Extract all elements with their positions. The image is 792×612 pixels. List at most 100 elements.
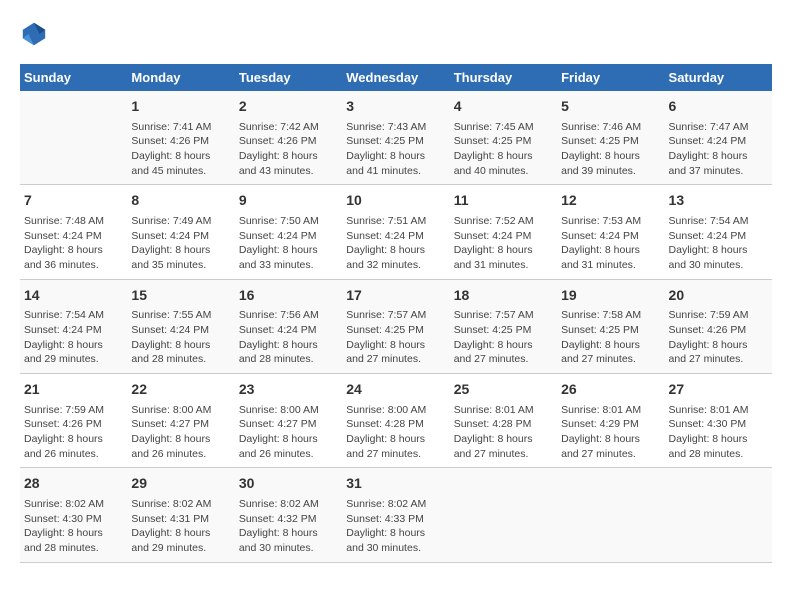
- calendar-cell: [450, 468, 557, 562]
- day-number: 19: [561, 286, 660, 306]
- day-number: 7: [24, 191, 123, 211]
- calendar-week-row: 28 Sunrise: 8:02 AM Sunset: 4:30 PM Dayli…: [20, 468, 772, 562]
- day-info: Sunrise: 7:59 AM Sunset: 4:26 PM Dayligh…: [669, 308, 768, 367]
- calendar-cell: 11Sunrise: 7:52 AM Sunset: 4:24 PM Dayli…: [450, 185, 557, 279]
- calendar-week-row: 14Sunrise: 7:54 AM Sunset: 4:24 PM Dayli…: [20, 279, 772, 373]
- day-info: Sunrise: 8:00 AM Sunset: 4:27 PM Dayligh…: [131, 403, 230, 462]
- calendar-cell: 19Sunrise: 7:58 AM Sunset: 4:25 PM Dayli…: [557, 279, 664, 373]
- day-info: Sunrise: 7:42 AM Sunset: 4:26 PM Dayligh…: [239, 120, 338, 179]
- calendar-cell: 23 Sunrise: 8:00 AM Sunset: 4:27 PM Dayli…: [235, 374, 342, 468]
- calendar-cell: 24 Sunrise: 8:00 AM Sunset: 4:28 PM Dayli…: [342, 374, 449, 468]
- day-number: 26: [561, 380, 660, 400]
- day-number: 22: [131, 380, 230, 400]
- day-info: Sunrise: 8:01 AM Sunset: 4:29 PM Dayligh…: [561, 403, 660, 462]
- day-info: Sunrise: 7:59 AM Sunset: 4:26 PM Dayligh…: [24, 403, 123, 462]
- logo: [20, 20, 52, 48]
- calendar-cell: 25 Sunrise: 8:01 AM Sunset: 4:28 PM Dayli…: [450, 374, 557, 468]
- day-info: Sunrise: 8:00 AM Sunset: 4:27 PM Dayligh…: [239, 403, 338, 462]
- day-info: Sunrise: 8:02 AM Sunset: 4:32 PM Dayligh…: [239, 497, 338, 556]
- weekday-header-sunday: Sunday: [20, 64, 127, 91]
- day-number: 28: [24, 474, 123, 494]
- day-info: Sunrise: 8:02 AM Sunset: 4:33 PM Dayligh…: [346, 497, 445, 556]
- day-number: 21: [24, 380, 123, 400]
- day-number: 23: [239, 380, 338, 400]
- calendar-cell: 30 Sunrise: 8:02 AM Sunset: 4:32 PM Dayli…: [235, 468, 342, 562]
- weekday-header-thursday: Thursday: [450, 64, 557, 91]
- weekday-header-tuesday: Tuesday: [235, 64, 342, 91]
- day-info: Sunrise: 7:54 AM Sunset: 4:24 PM Dayligh…: [24, 308, 123, 367]
- day-number: 18: [454, 286, 553, 306]
- day-number: 20: [669, 286, 768, 306]
- day-number: 4: [454, 97, 553, 117]
- weekday-header-wednesday: Wednesday: [342, 64, 449, 91]
- calendar-cell: 1 Sunrise: 7:41 AM Sunset: 4:26 PM Daylig…: [127, 91, 234, 185]
- day-number: 24: [346, 380, 445, 400]
- day-number: 17: [346, 286, 445, 306]
- calendar-cell: 2 Sunrise: 7:42 AM Sunset: 4:26 PM Daylig…: [235, 91, 342, 185]
- calendar-cell: 16Sunrise: 7:56 AM Sunset: 4:24 PM Dayli…: [235, 279, 342, 373]
- calendar-cell: 7 Sunrise: 7:48 AM Sunset: 4:24 PM Daylig…: [20, 185, 127, 279]
- logo-icon: [20, 20, 48, 48]
- calendar-cell: 29 Sunrise: 8:02 AM Sunset: 4:31 PM Dayli…: [127, 468, 234, 562]
- weekday-header-saturday: Saturday: [665, 64, 772, 91]
- day-info: Sunrise: 7:54 AM Sunset: 4:24 PM Dayligh…: [669, 214, 768, 273]
- day-number: 5: [561, 97, 660, 117]
- calendar-cell: 28 Sunrise: 8:02 AM Sunset: 4:30 PM Dayli…: [20, 468, 127, 562]
- day-number: 10: [346, 191, 445, 211]
- day-number: 8: [131, 191, 230, 211]
- calendar-cell: 22 Sunrise: 8:00 AM Sunset: 4:27 PM Dayli…: [127, 374, 234, 468]
- weekday-row: SundayMondayTuesdayWednesdayThursdayFrid…: [20, 64, 772, 91]
- day-info: Sunrise: 8:02 AM Sunset: 4:31 PM Dayligh…: [131, 497, 230, 556]
- calendar-cell: 26 Sunrise: 8:01 AM Sunset: 4:29 PM Dayli…: [557, 374, 664, 468]
- day-info: Sunrise: 7:58 AM Sunset: 4:25 PM Dayligh…: [561, 308, 660, 367]
- calendar-body: 1 Sunrise: 7:41 AM Sunset: 4:26 PM Daylig…: [20, 91, 772, 562]
- calendar-cell: 20Sunrise: 7:59 AM Sunset: 4:26 PM Dayli…: [665, 279, 772, 373]
- day-info: Sunrise: 7:51 AM Sunset: 4:24 PM Dayligh…: [346, 214, 445, 273]
- calendar-cell: [665, 468, 772, 562]
- day-number: 6: [669, 97, 768, 117]
- day-info: Sunrise: 8:01 AM Sunset: 4:30 PM Dayligh…: [669, 403, 768, 462]
- calendar-table: SundayMondayTuesdayWednesdayThursdayFrid…: [20, 64, 772, 563]
- calendar-cell: 3 Sunrise: 7:43 AM Sunset: 4:25 PM Daylig…: [342, 91, 449, 185]
- day-info: Sunrise: 7:48 AM Sunset: 4:24 PM Dayligh…: [24, 214, 123, 273]
- day-number: 31: [346, 474, 445, 494]
- day-info: Sunrise: 7:41 AM Sunset: 4:26 PM Dayligh…: [131, 120, 230, 179]
- calendar-cell: 6 Sunrise: 7:47 AM Sunset: 4:24 PM Daylig…: [665, 91, 772, 185]
- weekday-header-monday: Monday: [127, 64, 234, 91]
- day-info: Sunrise: 8:01 AM Sunset: 4:28 PM Dayligh…: [454, 403, 553, 462]
- day-info: Sunrise: 8:02 AM Sunset: 4:30 PM Dayligh…: [24, 497, 123, 556]
- day-info: Sunrise: 7:57 AM Sunset: 4:25 PM Dayligh…: [346, 308, 445, 367]
- day-number: 16: [239, 286, 338, 306]
- calendar-cell: 13Sunrise: 7:54 AM Sunset: 4:24 PM Dayli…: [665, 185, 772, 279]
- day-info: Sunrise: 7:52 AM Sunset: 4:24 PM Dayligh…: [454, 214, 553, 273]
- calendar-cell: 12Sunrise: 7:53 AM Sunset: 4:24 PM Dayli…: [557, 185, 664, 279]
- day-info: Sunrise: 8:00 AM Sunset: 4:28 PM Dayligh…: [346, 403, 445, 462]
- calendar-cell: 8Sunrise: 7:49 AM Sunset: 4:24 PM Daylig…: [127, 185, 234, 279]
- day-info: Sunrise: 7:43 AM Sunset: 4:25 PM Dayligh…: [346, 120, 445, 179]
- day-info: Sunrise: 7:47 AM Sunset: 4:24 PM Dayligh…: [669, 120, 768, 179]
- day-number: 29: [131, 474, 230, 494]
- day-number: 1: [131, 97, 230, 117]
- calendar-cell: 14Sunrise: 7:54 AM Sunset: 4:24 PM Dayli…: [20, 279, 127, 373]
- day-number: 14: [24, 286, 123, 306]
- day-number: 30: [239, 474, 338, 494]
- day-number: 3: [346, 97, 445, 117]
- day-number: 15: [131, 286, 230, 306]
- calendar-cell: 27 Sunrise: 8:01 AM Sunset: 4:30 PM Dayli…: [665, 374, 772, 468]
- day-number: 27: [669, 380, 768, 400]
- calendar-cell: 9 Sunrise: 7:50 AM Sunset: 4:24 PM Daylig…: [235, 185, 342, 279]
- calendar-week-row: 21 Sunrise: 7:59 AM Sunset: 4:26 PM Dayli…: [20, 374, 772, 468]
- calendar-cell: 15Sunrise: 7:55 AM Sunset: 4:24 PM Dayli…: [127, 279, 234, 373]
- calendar-cell: 5 Sunrise: 7:46 AM Sunset: 4:25 PM Daylig…: [557, 91, 664, 185]
- day-number: 25: [454, 380, 553, 400]
- calendar-cell: 31 Sunrise: 8:02 AM Sunset: 4:33 PM Dayli…: [342, 468, 449, 562]
- day-info: Sunrise: 7:57 AM Sunset: 4:25 PM Dayligh…: [454, 308, 553, 367]
- day-number: 2: [239, 97, 338, 117]
- day-info: Sunrise: 7:56 AM Sunset: 4:24 PM Dayligh…: [239, 308, 338, 367]
- calendar-cell: 4Sunrise: 7:45 AM Sunset: 4:25 PM Daylig…: [450, 91, 557, 185]
- calendar-cell: 21 Sunrise: 7:59 AM Sunset: 4:26 PM Dayli…: [20, 374, 127, 468]
- page-header: [20, 20, 772, 48]
- day-info: Sunrise: 7:50 AM Sunset: 4:24 PM Dayligh…: [239, 214, 338, 273]
- day-number: 9: [239, 191, 338, 211]
- day-info: Sunrise: 7:46 AM Sunset: 4:25 PM Dayligh…: [561, 120, 660, 179]
